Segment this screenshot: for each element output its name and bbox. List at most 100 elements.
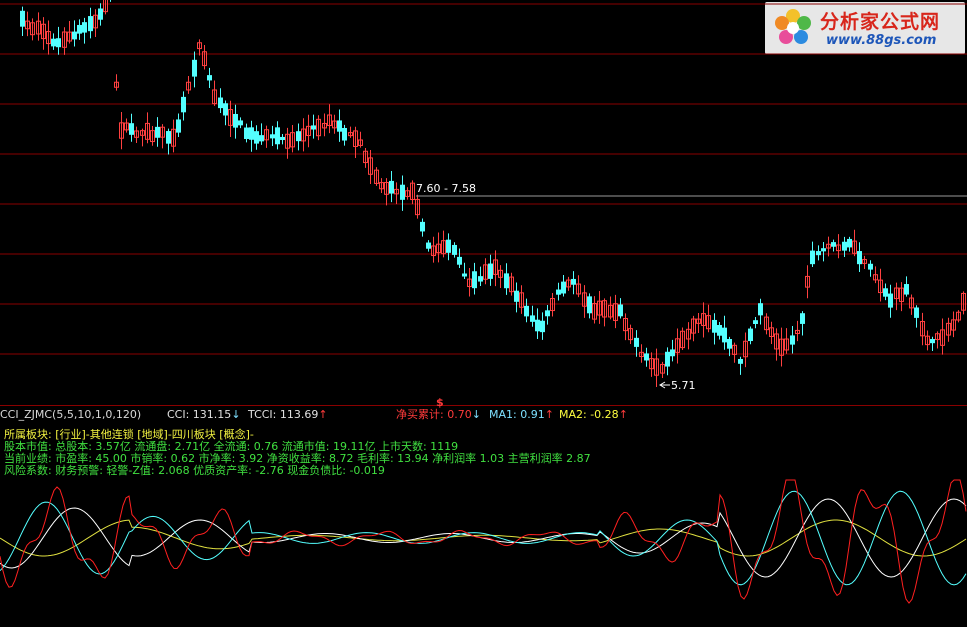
candle-down bbox=[311, 125, 316, 130]
candle-down bbox=[452, 244, 457, 255]
candle-down bbox=[644, 353, 649, 361]
candle-down bbox=[712, 319, 717, 333]
candle-down bbox=[748, 328, 753, 342]
arrow-up-icon: ↑ bbox=[318, 408, 328, 421]
candle-down bbox=[20, 10, 25, 27]
indicator-name[interactable]: CCI_ZJMC(5,5,10,1,0,120) bbox=[0, 408, 141, 422]
candle-down bbox=[888, 293, 893, 308]
chart-divider-top bbox=[0, 405, 967, 406]
ma1-value: MA1: 0.91↑ bbox=[489, 408, 554, 422]
candle-down bbox=[738, 358, 743, 364]
candle-down bbox=[254, 131, 259, 144]
candle-down bbox=[192, 59, 197, 77]
candle-down bbox=[342, 127, 347, 141]
high-annotation: 7.60 - 7.58 bbox=[416, 182, 967, 197]
tcci-value: TCCI: 113.69↑ bbox=[248, 408, 328, 422]
high-annotation-label: 7.60 - 7.58 bbox=[416, 182, 476, 195]
net-buy-label: 净买累计: 0.70 bbox=[396, 408, 472, 421]
candle-down bbox=[883, 288, 888, 297]
low-annotation: 5.71 bbox=[659, 379, 696, 392]
candle-down bbox=[816, 251, 821, 256]
arrow-down-icon: ↓ bbox=[231, 408, 241, 421]
price-grid bbox=[0, 3, 967, 355]
candle-down bbox=[129, 123, 134, 135]
candle-down bbox=[514, 290, 519, 302]
candle-down bbox=[77, 24, 82, 34]
candle-down bbox=[810, 250, 815, 265]
candle-down bbox=[561, 281, 566, 294]
candle-down bbox=[337, 120, 342, 132]
candle-down bbox=[457, 256, 462, 265]
candle-down bbox=[275, 127, 280, 145]
candle-down bbox=[571, 278, 576, 285]
arrow-up-icon: ↑ bbox=[618, 408, 628, 421]
candle-down bbox=[176, 119, 181, 133]
candle-down bbox=[722, 327, 727, 343]
candle-down bbox=[400, 184, 405, 200]
ma2-value: MA2: -0.28↑ bbox=[559, 408, 628, 422]
candle-down bbox=[904, 284, 909, 295]
candle-down bbox=[488, 263, 493, 279]
candle-down bbox=[249, 127, 254, 140]
candle-down bbox=[758, 303, 763, 316]
candle-down bbox=[753, 320, 758, 325]
candle-down bbox=[82, 22, 87, 33]
low-annotation-label: 5.71 bbox=[671, 379, 696, 392]
candle-down bbox=[847, 238, 852, 248]
candle-down bbox=[181, 96, 186, 113]
candle-down bbox=[223, 103, 228, 116]
candlesticks bbox=[20, 0, 966, 388]
candle-down bbox=[504, 273, 509, 289]
candle-down bbox=[800, 313, 805, 324]
candle-down bbox=[868, 263, 873, 270]
candle-down bbox=[88, 16, 93, 32]
candle-down bbox=[831, 242, 836, 247]
candle-down bbox=[98, 8, 103, 20]
ma1-label: MA1: 0.91 bbox=[489, 408, 545, 421]
ma2-label: MA2: -0.28 bbox=[559, 408, 619, 421]
red-line bbox=[0, 479, 967, 604]
candle-down bbox=[155, 126, 160, 138]
low-annotation-arrow bbox=[659, 381, 670, 389]
candle-down bbox=[426, 242, 431, 249]
candle-down bbox=[914, 307, 919, 318]
candle-down bbox=[540, 320, 545, 333]
candle-down bbox=[821, 248, 826, 252]
candle-down bbox=[166, 131, 171, 144]
candle-down bbox=[238, 120, 243, 126]
candle-down bbox=[270, 134, 275, 139]
candle-down bbox=[218, 97, 223, 109]
price-candlestick-chart[interactable]: 7.60 - 7.58 5.71 bbox=[0, 0, 967, 405]
candle-down bbox=[530, 315, 535, 322]
candle-down bbox=[478, 276, 483, 282]
candle-down bbox=[296, 131, 301, 142]
candle-down bbox=[244, 127, 249, 140]
candle-down bbox=[618, 304, 623, 317]
cci-value: CCI: 131.15↓ bbox=[167, 408, 241, 422]
arrow-down-icon: ↓ bbox=[471, 408, 481, 421]
tcci-label: TCCI: 113.69 bbox=[248, 408, 319, 421]
cci-label: CCI: 131.15 bbox=[167, 408, 232, 421]
candle-down bbox=[259, 135, 264, 142]
candle-down bbox=[930, 339, 935, 344]
candle-down bbox=[233, 113, 238, 128]
indicator-lines bbox=[0, 479, 967, 604]
candle-down bbox=[556, 289, 561, 295]
candle-down bbox=[51, 38, 56, 47]
candle-down bbox=[727, 338, 732, 349]
net-buy-value: 净买累计: 0.70↓ bbox=[396, 408, 481, 422]
candle-down bbox=[842, 241, 847, 251]
candle-down bbox=[56, 38, 61, 48]
cci-indicator-chart[interactable] bbox=[0, 476, 967, 627]
candle-down bbox=[472, 271, 477, 289]
candle-down bbox=[446, 239, 451, 253]
candle-down bbox=[420, 221, 425, 232]
candle-down bbox=[790, 335, 795, 345]
arrow-up-icon: ↑ bbox=[544, 408, 554, 421]
candle-down bbox=[524, 305, 529, 317]
candle-down bbox=[535, 319, 540, 332]
candle-down bbox=[207, 75, 212, 81]
candle-down bbox=[389, 180, 394, 194]
candle-down bbox=[280, 136, 285, 141]
candle-down bbox=[717, 325, 722, 336]
